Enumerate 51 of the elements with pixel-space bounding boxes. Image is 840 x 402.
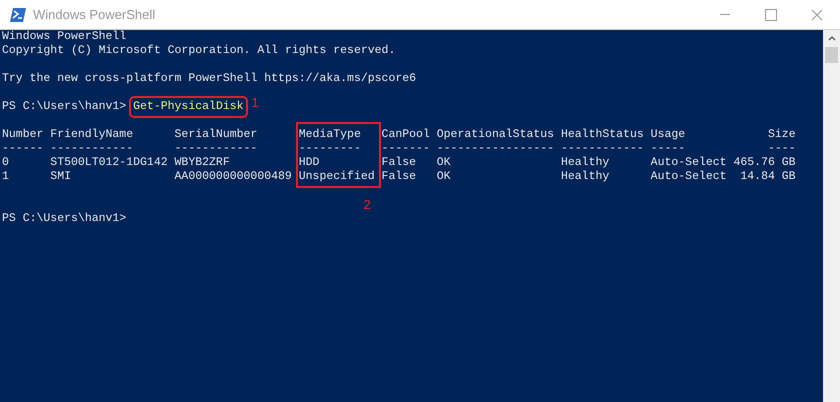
header-rule: ----- [650, 142, 686, 156]
scrollbar-thumb[interactable] [825, 47, 838, 63]
column-header: Size [768, 128, 796, 142]
table-cell: Unspecified [298, 170, 375, 184]
table-cell: 14.84 GB [740, 170, 796, 184]
console-line: Try the new cross-platform PowerShell https://aka.ms/pscore6 [2, 72, 418, 86]
table-cell: AA000000000000489 [174, 170, 292, 184]
table-cell: WBYB2ZRF [174, 156, 230, 170]
header-rule: ------------ [560, 142, 644, 156]
header-rule: --------- [298, 142, 361, 156]
scroll-up-icon [828, 36, 836, 41]
table-cell: False [382, 156, 416, 170]
header-rule: ------- [382, 142, 430, 156]
table-cell: OK [436, 156, 451, 170]
console-line: Copyright (C) Microsoft Corporation. All rights reserved. [2, 44, 396, 58]
column-header: Usage [650, 128, 686, 142]
table-cell: Auto-Select [650, 170, 727, 184]
column-header: MediaType [298, 128, 361, 142]
table-cell: 1 [2, 170, 9, 184]
header-rule: ----------------- [436, 142, 554, 156]
table-cell: 465.76 GB [733, 156, 796, 170]
powershell-icon [10, 8, 26, 22]
close-icon [811, 8, 823, 20]
window-title: Windows PowerShell [33, 6, 156, 24]
table-cell: Healthy [560, 170, 610, 184]
header-rule: ------------ [50, 142, 134, 156]
table-cell: Auto-Select [650, 156, 727, 170]
column-header: CanPool [382, 128, 430, 142]
table-cell: ST500LT012-1DG142 [50, 156, 168, 170]
minimize-icon [720, 14, 730, 15]
console-line: Windows PowerShell [2, 30, 128, 44]
table-cell: 0 [2, 156, 9, 170]
column-header: SerialNumber [174, 128, 258, 142]
header-rule: ------------ [174, 142, 258, 156]
header-rule: ---- [768, 142, 796, 156]
table-cell: OK [436, 170, 451, 184]
column-header: FriendlyName [50, 128, 134, 142]
column-header: HealthStatus [560, 128, 644, 142]
column-header: Number [2, 128, 44, 142]
header-rule: ------ [2, 142, 44, 156]
prompt-text: PS C:\Users\hanv1> [2, 212, 128, 226]
callout-number: 2 [363, 198, 371, 212]
maximize-icon [765, 8, 777, 20]
table-cell: Healthy [560, 156, 610, 170]
prompt-text: PS C:\Users\hanv1> [2, 100, 126, 114]
table-cell: SMI [50, 170, 72, 184]
callout-number: 1 [252, 96, 259, 110]
table-cell: HDD [298, 156, 320, 170]
column-header: OperationalStatus [436, 128, 554, 142]
table-cell: False [382, 170, 416, 184]
scrollbar[interactable] [823, 30, 840, 402]
